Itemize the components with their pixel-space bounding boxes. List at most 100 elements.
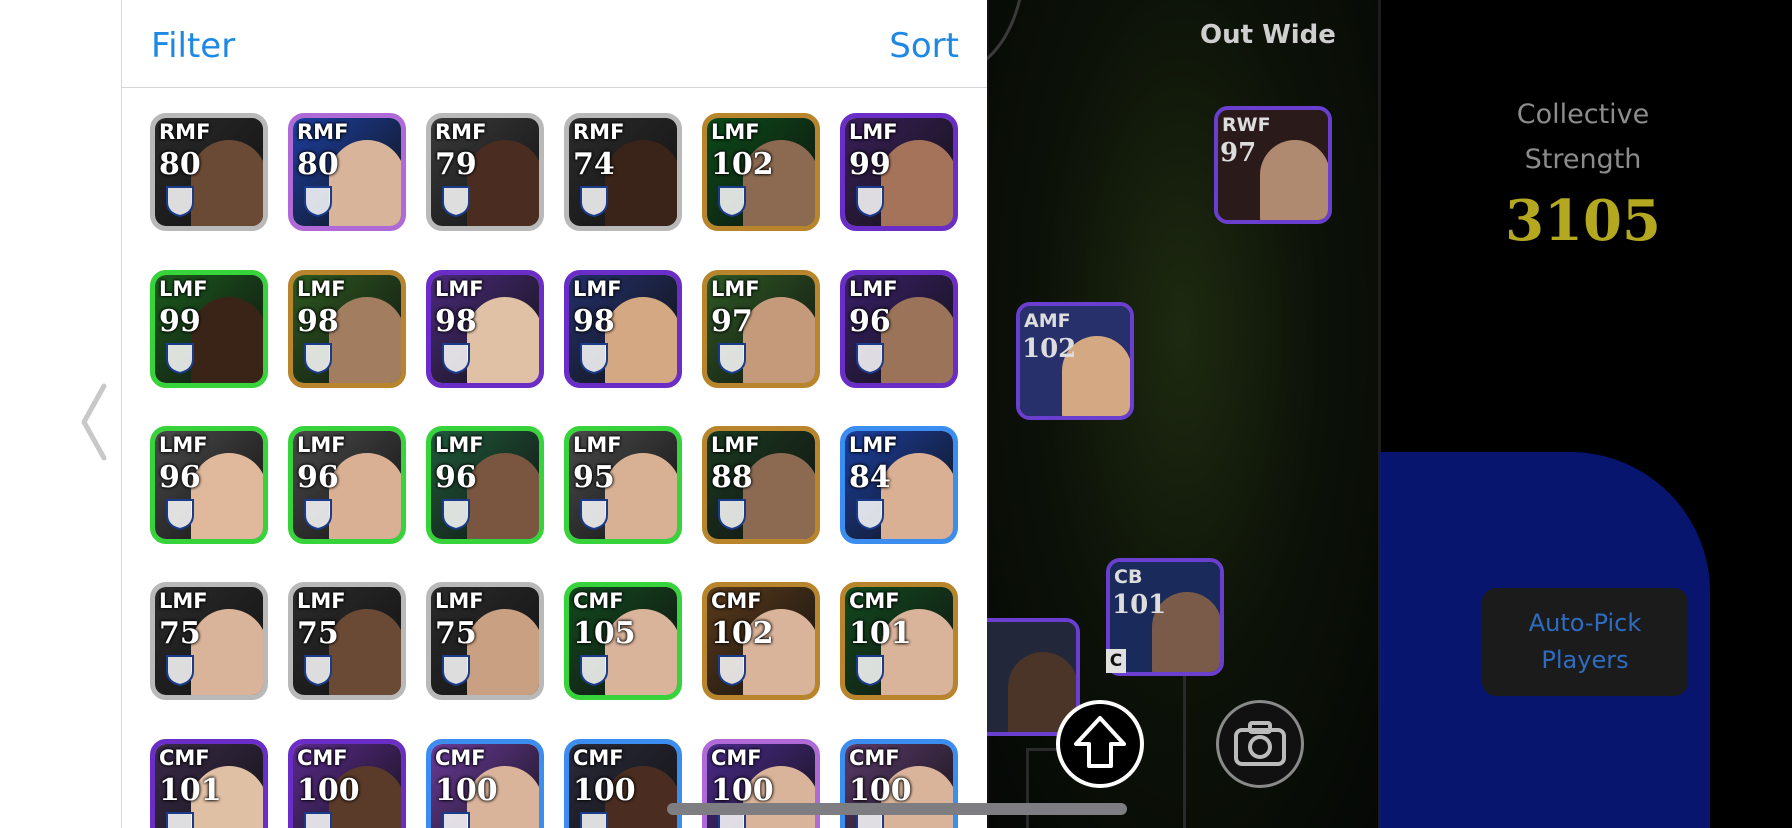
player-card[interactable]: CMF 101 — [150, 739, 268, 828]
position-label: LMF — [435, 277, 484, 301]
club-badge-icon — [163, 653, 197, 687]
upload-button[interactable] — [1056, 700, 1144, 788]
player-photo — [605, 453, 677, 539]
position-label: CB — [1114, 566, 1143, 588]
club-badge-icon — [301, 341, 335, 375]
rating-value: 96 — [849, 304, 891, 339]
auto-pick-players-button[interactable]: Auto-Pick Players — [1482, 588, 1688, 696]
player-photo — [329, 453, 401, 539]
rating-value: 84 — [849, 460, 891, 495]
club-badge-icon — [715, 341, 749, 375]
player-card[interactable]: LMF 75 — [150, 582, 268, 700]
position-label: LMF — [711, 277, 760, 301]
club-badge-icon — [301, 810, 335, 828]
pitch-player-amf[interactable]: AMF 102 — [1016, 302, 1134, 420]
position-label: LMF — [711, 433, 760, 457]
player-photo — [743, 297, 815, 383]
player-card[interactable]: LMF 95 — [564, 426, 682, 544]
pitch-player-rwf[interactable]: RWF 97 — [1214, 106, 1332, 224]
player-photo — [329, 609, 401, 695]
player-card[interactable]: CMF 102 — [702, 582, 820, 700]
position-label: LMF — [849, 433, 898, 457]
club-badge-icon — [301, 184, 335, 218]
rating-value: 101 — [159, 773, 222, 808]
collective-strength-value: 3105 — [1505, 188, 1661, 254]
player-card[interactable]: CMF 100 — [426, 739, 544, 828]
player-card[interactable]: CMF 100 — [288, 739, 406, 828]
horizontal-scrollbar[interactable] — [667, 803, 1127, 815]
upload-arrow-icon — [1074, 716, 1126, 768]
position-label: CMF — [159, 746, 210, 770]
player-photo — [467, 297, 539, 383]
club-badge-icon — [577, 184, 611, 218]
player-card[interactable]: CMF 105 — [564, 582, 682, 700]
rating-value: 102 — [1022, 334, 1077, 364]
player-card[interactable]: RMF 80 — [150, 113, 268, 231]
player-photo — [191, 609, 263, 695]
player-photo — [329, 297, 401, 383]
player-card[interactable]: LMF 84 — [840, 426, 958, 544]
player-card[interactable]: LMF 96 — [150, 426, 268, 544]
rating-value: 105 — [573, 616, 636, 651]
player-card[interactable]: CMF 100 — [564, 739, 682, 828]
club-badge-icon — [577, 341, 611, 375]
panel-header: Filter Sort — [122, 0, 987, 88]
position-label: LMF — [435, 589, 484, 613]
club-badge-icon — [577, 653, 611, 687]
player-photo — [467, 140, 539, 226]
rating-value: 75 — [159, 616, 201, 651]
player-card[interactable]: LMF 98 — [564, 270, 682, 388]
position-label: CMF — [849, 746, 900, 770]
player-selection-panel: Filter Sort RMF 80 RMF 80 RMF 79 RMF 74 LMF 102 LM… — [121, 0, 987, 828]
player-card[interactable]: LMF 99 — [150, 270, 268, 388]
position-label: RWF — [1222, 114, 1271, 136]
camera-icon — [1234, 721, 1286, 766]
club-badge-icon — [577, 497, 611, 531]
player-card[interactable]: LMF 96 — [426, 426, 544, 544]
position-label: CMF — [711, 589, 762, 613]
position-label: CMF — [573, 589, 624, 613]
club-badge-icon — [853, 341, 887, 375]
player-card[interactable]: LMF 98 — [426, 270, 544, 388]
rating-value: 100 — [711, 773, 774, 808]
rating-value: 100 — [297, 773, 360, 808]
rating-value: 88 — [711, 460, 753, 495]
club-badge-icon — [715, 497, 749, 531]
sort-button[interactable]: Sort — [889, 26, 959, 66]
player-card[interactable]: RMF 80 — [288, 113, 406, 231]
position-label: CMF — [849, 589, 900, 613]
player-card[interactable]: LMF 102 — [702, 113, 820, 231]
player-card[interactable]: LMF 99 — [840, 113, 958, 231]
position-label: CMF — [573, 746, 624, 770]
player-card[interactable]: LMF 98 — [288, 270, 406, 388]
rating-value: 100 — [573, 773, 636, 808]
club-badge-icon — [577, 810, 611, 828]
rating-value: 102 — [711, 147, 774, 182]
rating-value: 79 — [435, 147, 477, 182]
player-card[interactable]: RMF 74 — [564, 113, 682, 231]
rating-value: 75 — [435, 616, 477, 651]
position-label: LMF — [297, 433, 346, 457]
player-photo — [881, 453, 953, 539]
attack-style-label[interactable]: Out Wide — [1200, 20, 1336, 50]
player-photo — [881, 297, 953, 383]
position-label: LMF — [573, 277, 622, 301]
player-card[interactable]: RMF 79 — [426, 113, 544, 231]
back-chevron-icon[interactable] — [76, 382, 112, 462]
player-photo — [467, 609, 539, 695]
position-label: CMF — [711, 746, 762, 770]
player-photo — [191, 453, 263, 539]
player-card[interactable]: CMF 101 — [840, 582, 958, 700]
player-card[interactable]: LMF 88 — [702, 426, 820, 544]
player-card[interactable]: LMF 75 — [426, 582, 544, 700]
player-card[interactable]: LMF 97 — [702, 270, 820, 388]
rating-value: 98 — [297, 304, 339, 339]
player-card[interactable]: LMF 96 — [288, 426, 406, 544]
filter-button[interactable]: Filter — [151, 26, 235, 66]
position-label: LMF — [297, 589, 346, 613]
position-label: RMF — [435, 120, 487, 144]
camera-button[interactable] — [1216, 700, 1304, 788]
player-card[interactable]: LMF 75 — [288, 582, 406, 700]
player-card[interactable]: LMF 96 — [840, 270, 958, 388]
club-badge-icon — [301, 497, 335, 531]
